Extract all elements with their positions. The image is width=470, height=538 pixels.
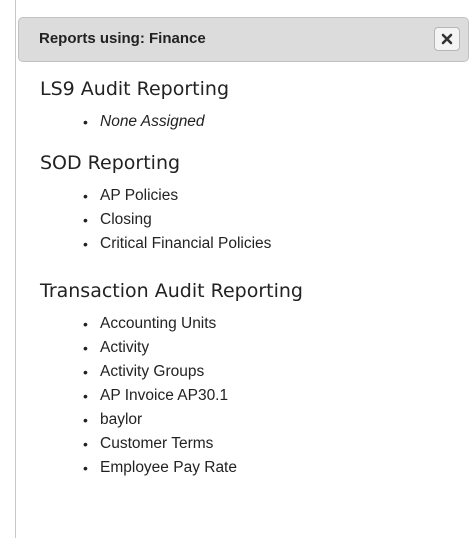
list-item: • Activity Groups <box>16 360 237 384</box>
bullet: • <box>83 188 88 204</box>
bullet: • <box>83 364 88 380</box>
section-title: Transaction Audit Reporting <box>40 280 303 302</box>
close-button[interactable] <box>434 27 460 51</box>
dialog-header: Reports using: Finance <box>18 17 469 62</box>
bullet: • <box>83 236 88 252</box>
report-list: • Accounting Units • Activity • Activity… <box>16 312 237 480</box>
bullet: • <box>83 340 88 356</box>
list-item: • baylor <box>16 408 237 432</box>
report-name: Activity Groups <box>100 363 205 380</box>
report-name: AP Invoice AP30.1 <box>100 387 229 404</box>
list-item: • Activity <box>16 336 237 360</box>
reports-dialog: Reports using: Finance LS9 Audit Reporti… <box>15 0 470 538</box>
bullet: • <box>83 436 88 452</box>
section-title: SOD Reporting <box>40 152 181 174</box>
list-item: • Closing <box>16 208 271 232</box>
list-item: • AP Policies <box>16 184 271 208</box>
list-item: • Customer Terms <box>16 432 237 456</box>
report-name: Customer Terms <box>100 435 214 452</box>
list-item: • Critical Financial Policies <box>16 232 271 256</box>
report-name: baylor <box>100 411 143 428</box>
report-name: AP Policies <box>100 187 179 204</box>
list-item: • Employee Pay Rate <box>16 456 237 480</box>
bullet: • <box>83 388 88 404</box>
section-title: LS9 Audit Reporting <box>40 78 230 100</box>
bullet: • <box>83 412 88 428</box>
list-item: • None Assigned <box>16 110 205 134</box>
bullet: • <box>83 114 88 130</box>
report-list: • AP Policies • Closing • Critical Finan… <box>16 184 271 256</box>
bullet: • <box>83 460 88 476</box>
bullet: • <box>83 316 88 332</box>
report-name: Activity <box>100 339 150 356</box>
report-name: Accounting Units <box>100 315 217 332</box>
report-name: Critical Financial Policies <box>100 235 272 252</box>
report-name: Employee Pay Rate <box>100 459 237 476</box>
list-item: • AP Invoice AP30.1 <box>16 384 237 408</box>
report-name: Closing <box>100 211 152 228</box>
report-list: • None Assigned <box>16 110 205 134</box>
bullet: • <box>83 212 88 228</box>
close-icon <box>441 33 453 45</box>
dialog-title: Reports using: Finance <box>39 30 206 47</box>
none-assigned-label: None Assigned <box>100 113 205 130</box>
list-item: • Accounting Units <box>16 312 237 336</box>
